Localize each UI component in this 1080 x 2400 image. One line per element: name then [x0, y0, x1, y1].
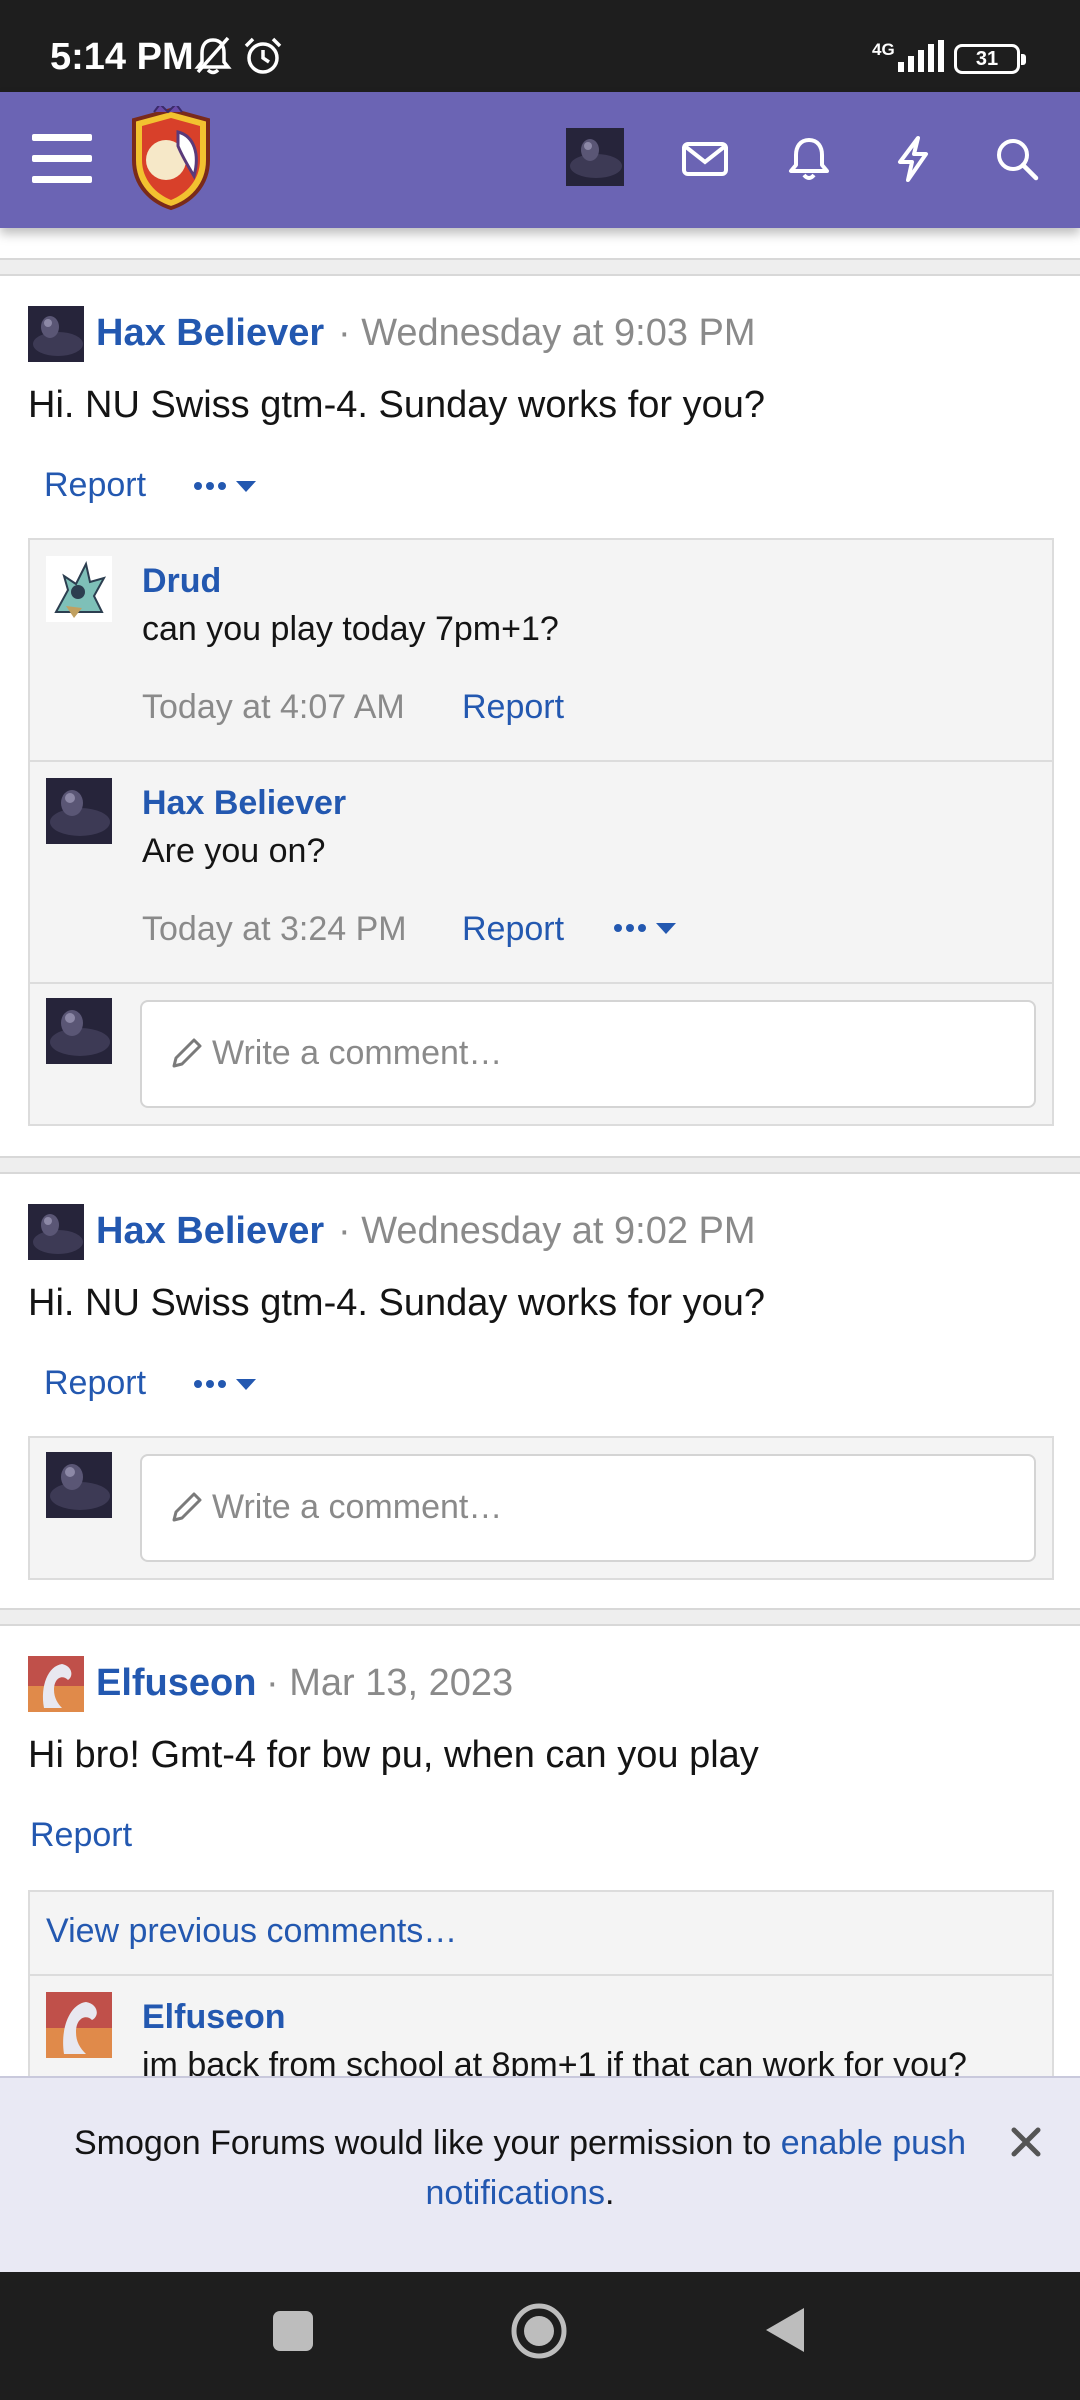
bell-off-icon	[194, 36, 232, 75]
post-author[interactable]: Hax Believer	[96, 312, 324, 355]
comments-section: Drud can you play today 7pm+1? Today at …	[28, 538, 1054, 1126]
status-bar: 5:14 PM 4G 31	[0, 0, 1080, 92]
section-divider	[0, 1156, 1080, 1174]
push-banner-message: Smogon Forums would like your permission…	[40, 2118, 1000, 2218]
post-date: · Mar 13, 2023	[266, 1662, 514, 1704]
report-link[interactable]: Report	[462, 688, 564, 727]
comment-input[interactable]: Write a comment…	[140, 1454, 1036, 1562]
more-options-icon[interactable]	[192, 1374, 264, 1404]
user-avatar	[46, 1452, 112, 1518]
comments-section: Write a comment…	[28, 1436, 1054, 1580]
comment-text: can you play today 7pm+1?	[142, 610, 559, 648]
comment-placeholder: Write a comment…	[212, 1034, 503, 1072]
user-avatar	[46, 998, 112, 1064]
post-body: Hi bro! Gmt-4 for bw pu, when can you pl…	[28, 1734, 759, 1776]
more-options-icon[interactable]	[612, 918, 684, 948]
author-avatar[interactable]	[28, 1656, 84, 1712]
push-banner-period: .	[605, 2174, 615, 2212]
comment-composer: Write a comment…	[30, 1438, 1052, 1578]
post-author[interactable]: Hax Believer	[96, 1210, 324, 1253]
post-author[interactable]: Elfuseon	[96, 1662, 256, 1705]
inbox-icon[interactable]	[680, 134, 730, 184]
profile-post: Hax Believer · Wednesday at 9:02 PM Hi. …	[0, 1176, 1080, 1606]
site-logo[interactable]	[124, 106, 218, 212]
section-divider	[0, 1608, 1080, 1626]
comment-text: Are you on?	[142, 832, 326, 870]
comment-placeholder: Write a comment…	[212, 1488, 503, 1526]
report-link[interactable]: Report	[30, 1816, 132, 1855]
system-nav-bar	[0, 2272, 1080, 2400]
commenter-avatar[interactable]	[46, 778, 112, 844]
report-link[interactable]: Report	[44, 1364, 146, 1403]
search-icon[interactable]	[992, 134, 1042, 184]
battery-indicator: 31	[954, 44, 1026, 74]
section-divider	[0, 258, 1080, 276]
push-banner-text: Smogon Forums would like your permission…	[73, 2124, 781, 2162]
menu-icon[interactable]	[32, 134, 92, 186]
post-date: · Wednesday at 9:03 PM	[338, 312, 756, 354]
profile-post: Hax Believer · Wednesday at 9:03 PM Hi. …	[0, 278, 1080, 1158]
pencil-icon	[172, 1038, 202, 1068]
app-header	[0, 92, 1080, 228]
report-link[interactable]: Report	[462, 910, 564, 949]
view-previous-row: View previous comments…	[30, 1892, 1052, 1974]
commenter-avatar[interactable]	[46, 556, 112, 622]
pencil-icon	[172, 1492, 202, 1522]
recents-button[interactable]	[270, 2308, 316, 2354]
comment-author[interactable]: Elfuseon	[142, 1998, 286, 2037]
comment: Drud can you play today 7pm+1? Today at …	[30, 540, 1052, 760]
comment-author[interactable]: Hax Believer	[142, 784, 346, 823]
comment-author[interactable]: Drud	[142, 562, 221, 601]
post-date: · Wednesday at 9:02 PM	[338, 1210, 756, 1252]
post-body: Hi. NU Swiss gtm-4. Sunday works for you…	[28, 1282, 766, 1324]
close-icon[interactable]	[1006, 2122, 1046, 2162]
whats-new-icon[interactable]	[888, 134, 938, 184]
home-button[interactable]	[510, 2302, 568, 2360]
user-avatar[interactable]	[566, 128, 624, 186]
comment-date: Today at 4:07 AM	[142, 688, 405, 726]
comment-input[interactable]: Write a comment…	[140, 1000, 1036, 1108]
more-options-icon[interactable]	[192, 476, 264, 506]
author-avatar[interactable]	[28, 306, 84, 362]
comment-date: Today at 3:24 PM	[142, 910, 407, 948]
view-previous-comments-link[interactable]: View previous comments…	[46, 1912, 457, 1951]
post-body: Hi. NU Swiss gtm-4. Sunday works for you…	[28, 384, 766, 426]
comment: Hax Believer Are you on? Today at 3:24 P…	[30, 762, 1052, 982]
alerts-icon[interactable]	[784, 134, 834, 184]
comment-composer: Write a comment…	[30, 984, 1052, 1124]
back-button[interactable]	[760, 2304, 810, 2356]
alarm-icon	[244, 37, 282, 74]
signal-icon	[898, 40, 944, 72]
network-type: 4G	[872, 40, 895, 59]
status-time: 5:14 PM	[50, 36, 194, 78]
report-link[interactable]: Report	[44, 466, 146, 505]
comments-section: View previous comments… Elfuseon im back…	[28, 1890, 1054, 2090]
commenter-avatar[interactable]	[46, 1992, 112, 2058]
author-avatar[interactable]	[28, 1204, 84, 1260]
profile-post: Elfuseon · Mar 13, 2023 Hi bro! Gmt-4 fo…	[0, 1628, 1080, 2090]
push-permission-banner: Smogon Forums would like your permission…	[0, 2076, 1080, 2272]
